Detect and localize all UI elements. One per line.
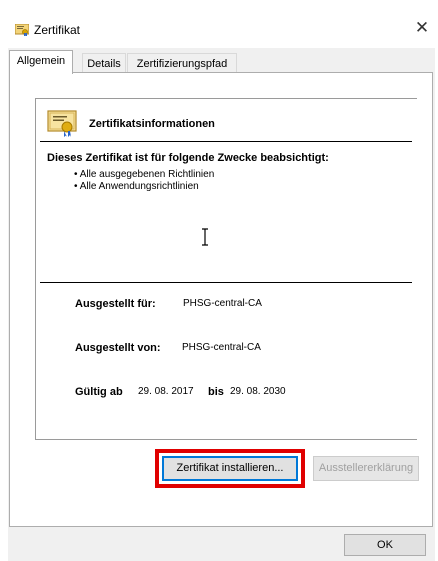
certificate-icon [15,24,29,36]
certificate-info-heading: Zertifikatsinformationen [89,118,215,130]
close-icon[interactable]: ✕ [412,18,432,38]
issued-by-value: PHSG-central-CA [182,342,261,353]
purpose-item: • Alle ausgegebenen Richtlinien [74,169,215,180]
purpose-heading: Dieses Zertifikat ist für folgende Zweck… [47,152,329,164]
issued-to-value: PHSG-central-CA [183,298,262,309]
valid-to-label: bis [208,386,224,398]
install-certificate-button[interactable]: Zertifikat installieren... [162,456,298,481]
certificate-icon [47,110,77,137]
text-cursor-icon [202,228,208,246]
purpose-item: • Alle Anwendungsrichtlinien [74,181,199,192]
valid-to-value: 29. 08. 2030 [230,386,286,397]
ok-button[interactable]: OK [344,534,426,556]
valid-from-label: Gültig ab [75,386,123,398]
window-title: Zertifikat [34,23,81,37]
issued-to-label: Ausgestellt für: [75,298,156,310]
issuer-statement-button[interactable]: Ausstellererklärung [313,456,419,481]
issued-by-label: Ausgestellt von: [75,342,161,354]
divider [40,141,412,142]
valid-from-value: 29. 08. 2017 [138,386,194,397]
divider [40,282,412,283]
tab-allgemein[interactable]: Allgemein [9,50,73,74]
